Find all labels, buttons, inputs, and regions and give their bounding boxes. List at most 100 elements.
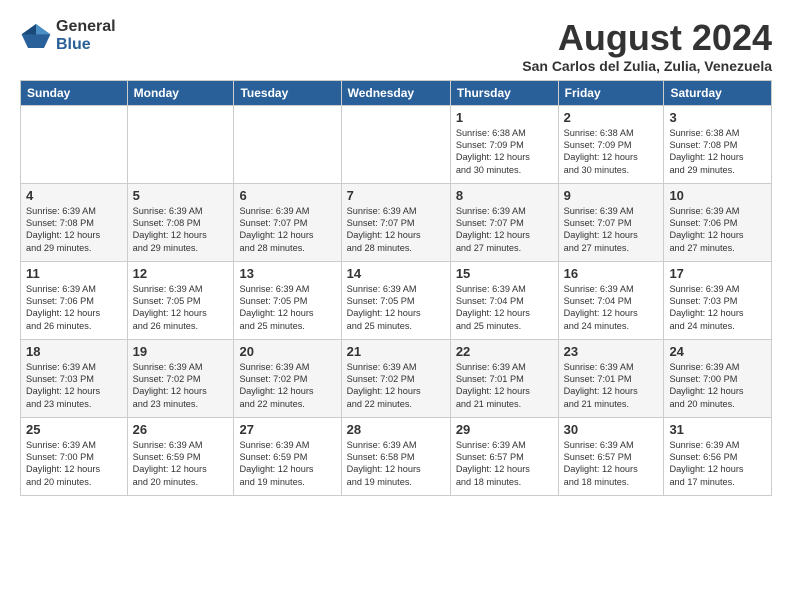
calendar-table: Sunday Monday Tuesday Wednesday Thursday… <box>20 80 772 496</box>
day-number: 11 <box>26 266 122 281</box>
calendar-cell: 18Sunrise: 6:39 AM Sunset: 7:03 PM Dayli… <box>21 339 128 417</box>
logo-general-text: General <box>56 18 116 36</box>
day-number: 17 <box>669 266 766 281</box>
calendar-cell: 3 Sunrise: 6:38 AM Sunset: 7:08 PM Daylig… <box>664 105 772 183</box>
day-number: 27 <box>239 422 335 437</box>
calendar-cell <box>21 105 128 183</box>
day-info: Sunrise: 6:39 AM Sunset: 7:08 PM Dayligh… <box>26 205 122 255</box>
calendar-cell: 28 Sunrise: 6:39 AM Sunset: 6:58 PM Dayli… <box>341 417 450 495</box>
header-thursday: Thursday <box>450 80 558 105</box>
day-number: 3 <box>669 110 766 125</box>
day-number: 16 <box>564 266 659 281</box>
calendar-cell: 21 Sunrise: 6:39 AM Sunset: 7:02 PM Dayli… <box>341 339 450 417</box>
header-saturday: Saturday <box>664 80 772 105</box>
calendar-cell: 5 Sunrise: 6:39 AM Sunset: 7:08 PM Daylig… <box>127 183 234 261</box>
calendar-cell: 25 Sunrise: 6:39 AM Sunset: 7:00 PM Dayli… <box>21 417 128 495</box>
day-number: 2 <box>564 110 659 125</box>
day-info: Sunrise: 6:39 AM Sunset: 7:07 PM Dayligh… <box>456 205 553 255</box>
logo: General Blue <box>20 18 116 53</box>
header-wednesday: Wednesday <box>341 80 450 105</box>
header: General Blue August 2024 San Carlos del … <box>20 18 772 74</box>
day-info: Sunrise: 6:39 AM Sunset: 6:59 PM Dayligh… <box>239 439 335 489</box>
month-year-title: August 2024 <box>522 18 772 58</box>
calendar-cell: 15Sunrise: 6:39 AM Sunset: 7:04 PM Dayli… <box>450 261 558 339</box>
day-info: Sunrise: 6:39 AM Sunset: 7:07 PM Dayligh… <box>239 205 335 255</box>
day-number: 28 <box>347 422 445 437</box>
calendar-cell: 7Sunrise: 6:39 AM Sunset: 7:07 PM Daylig… <box>341 183 450 261</box>
day-info: Sunrise: 6:39 AM Sunset: 7:01 PM Dayligh… <box>456 361 553 411</box>
calendar-cell: 26Sunrise: 6:39 AM Sunset: 6:59 PM Dayli… <box>127 417 234 495</box>
day-number: 19 <box>133 344 229 359</box>
calendar-week-1: 1 Sunrise: 6:38 AM Sunset: 7:09 PM Daylig… <box>21 105 772 183</box>
calendar-cell: 9Sunrise: 6:39 AM Sunset: 7:07 PM Daylig… <box>558 183 664 261</box>
day-info: Sunrise: 6:39 AM Sunset: 7:00 PM Dayligh… <box>669 361 766 411</box>
day-info: Sunrise: 6:39 AM Sunset: 7:02 PM Dayligh… <box>347 361 445 411</box>
day-info: Sunrise: 6:39 AM Sunset: 7:05 PM Dayligh… <box>347 283 445 333</box>
day-number: 30 <box>564 422 659 437</box>
day-info: Sunrise: 6:39 AM Sunset: 6:56 PM Dayligh… <box>669 439 766 489</box>
day-number: 29 <box>456 422 553 437</box>
calendar-cell: 24 Sunrise: 6:39 AM Sunset: 7:00 PM Dayli… <box>664 339 772 417</box>
calendar-week-4: 18Sunrise: 6:39 AM Sunset: 7:03 PM Dayli… <box>21 339 772 417</box>
day-info: Sunrise: 6:39 AM Sunset: 6:57 PM Dayligh… <box>564 439 659 489</box>
header-sunday: Sunday <box>21 80 128 105</box>
header-tuesday: Tuesday <box>234 80 341 105</box>
calendar-cell: 11 Sunrise: 6:39 AM Sunset: 7:06 PM Dayli… <box>21 261 128 339</box>
day-info: Sunrise: 6:39 AM Sunset: 7:08 PM Dayligh… <box>133 205 229 255</box>
day-info: Sunrise: 6:38 AM Sunset: 7:09 PM Dayligh… <box>564 127 659 177</box>
day-number: 23 <box>564 344 659 359</box>
day-number: 18 <box>26 344 122 359</box>
day-number: 6 <box>239 188 335 203</box>
day-info: Sunrise: 6:39 AM Sunset: 6:58 PM Dayligh… <box>347 439 445 489</box>
calendar-cell: 16 Sunrise: 6:39 AM Sunset: 7:04 PM Dayli… <box>558 261 664 339</box>
day-info: Sunrise: 6:39 AM Sunset: 7:00 PM Dayligh… <box>26 439 122 489</box>
day-info: Sunrise: 6:39 AM Sunset: 7:05 PM Dayligh… <box>133 283 229 333</box>
day-number: 24 <box>669 344 766 359</box>
day-number: 1 <box>456 110 553 125</box>
calendar-cell: 13Sunrise: 6:39 AM Sunset: 7:05 PM Dayli… <box>234 261 341 339</box>
day-info: Sunrise: 6:39 AM Sunset: 6:59 PM Dayligh… <box>133 439 229 489</box>
calendar-cell: 17 Sunrise: 6:39 AM Sunset: 7:03 PM Dayli… <box>664 261 772 339</box>
calendar-cell: 2 Sunrise: 6:38 AM Sunset: 7:09 PM Daylig… <box>558 105 664 183</box>
calendar-cell: 6 Sunrise: 6:39 AM Sunset: 7:07 PM Daylig… <box>234 183 341 261</box>
calendar-cell: 22 Sunrise: 6:39 AM Sunset: 7:01 PM Dayli… <box>450 339 558 417</box>
day-info: Sunrise: 6:39 AM Sunset: 7:04 PM Dayligh… <box>456 283 553 333</box>
day-info: Sunrise: 6:39 AM Sunset: 7:06 PM Dayligh… <box>26 283 122 333</box>
day-info: Sunrise: 6:39 AM Sunset: 7:02 PM Dayligh… <box>239 361 335 411</box>
calendar-week-3: 11 Sunrise: 6:39 AM Sunset: 7:06 PM Dayli… <box>21 261 772 339</box>
day-number: 4 <box>26 188 122 203</box>
calendar-cell: 20 Sunrise: 6:39 AM Sunset: 7:02 PM Dayli… <box>234 339 341 417</box>
day-info: Sunrise: 6:39 AM Sunset: 6:57 PM Dayligh… <box>456 439 553 489</box>
location-subtitle: San Carlos del Zulia, Zulia, Venezuela <box>522 58 772 74</box>
calendar-cell <box>234 105 341 183</box>
page: General Blue August 2024 San Carlos del … <box>0 0 792 506</box>
day-number: 7 <box>347 188 445 203</box>
day-number: 21 <box>347 344 445 359</box>
logo-blue-text: Blue <box>56 36 116 54</box>
calendar-cell: 14Sunrise: 6:39 AM Sunset: 7:05 PM Dayli… <box>341 261 450 339</box>
calendar-cell: 19 Sunrise: 6:39 AM Sunset: 7:02 PM Dayli… <box>127 339 234 417</box>
day-info: Sunrise: 6:39 AM Sunset: 7:03 PM Dayligh… <box>669 283 766 333</box>
day-number: 25 <box>26 422 122 437</box>
calendar-cell: 30 Sunrise: 6:39 AM Sunset: 6:57 PM Dayli… <box>558 417 664 495</box>
calendar-cell: 8 Sunrise: 6:39 AM Sunset: 7:07 PM Daylig… <box>450 183 558 261</box>
day-number: 8 <box>456 188 553 203</box>
calendar-header-row: Sunday Monday Tuesday Wednesday Thursday… <box>21 80 772 105</box>
day-info: Sunrise: 6:38 AM Sunset: 7:08 PM Dayligh… <box>669 127 766 177</box>
title-block: August 2024 San Carlos del Zulia, Zulia,… <box>522 18 772 74</box>
day-number: 13 <box>239 266 335 281</box>
day-info: Sunrise: 6:39 AM Sunset: 7:04 PM Dayligh… <box>564 283 659 333</box>
day-info: Sunrise: 6:39 AM Sunset: 7:01 PM Dayligh… <box>564 361 659 411</box>
header-monday: Monday <box>127 80 234 105</box>
day-number: 22 <box>456 344 553 359</box>
day-info: Sunrise: 6:39 AM Sunset: 7:02 PM Dayligh… <box>133 361 229 411</box>
day-info: Sunrise: 6:38 AM Sunset: 7:09 PM Dayligh… <box>456 127 553 177</box>
calendar-cell: 10Sunrise: 6:39 AM Sunset: 7:06 PM Dayli… <box>664 183 772 261</box>
day-number: 20 <box>239 344 335 359</box>
day-number: 31 <box>669 422 766 437</box>
day-info: Sunrise: 6:39 AM Sunset: 7:06 PM Dayligh… <box>669 205 766 255</box>
day-number: 5 <box>133 188 229 203</box>
header-friday: Friday <box>558 80 664 105</box>
logo-text: General Blue <box>56 18 116 53</box>
calendar-cell: 1 Sunrise: 6:38 AM Sunset: 7:09 PM Daylig… <box>450 105 558 183</box>
